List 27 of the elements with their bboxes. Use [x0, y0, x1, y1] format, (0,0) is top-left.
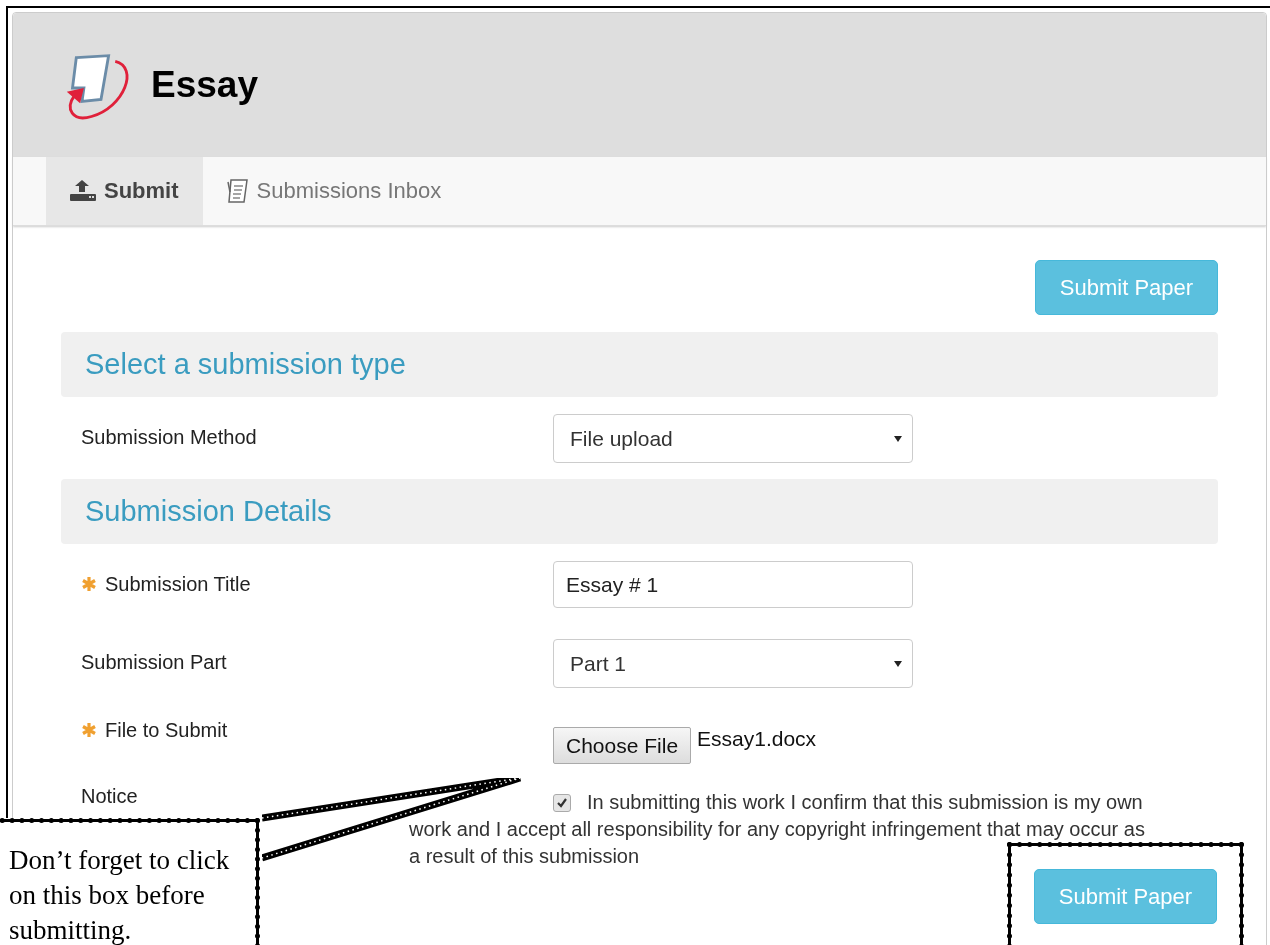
- tab[interactable]: Submit: [46, 157, 203, 225]
- checkbox[interactable]: [553, 793, 571, 812]
- asterisk-icon: [81, 576, 97, 592]
- dropdown[interactable]: Part 1: [553, 639, 913, 688]
- upload-icon: [70, 180, 96, 202]
- document-icon: [226, 178, 249, 204]
- check-icon: [556, 796, 568, 809]
- section-title: Select a submission type: [85, 348, 406, 381]
- caret-icon: [894, 660, 902, 667]
- file-name: Essay1.docx: [697, 727, 817, 751]
- notice-text: work and I accept all responsibility for any copyright infringement that may occur as: [409, 817, 1146, 842]
- dropdown[interactable]: File upload: [553, 414, 913, 463]
- callout-text: Don’t forget to click on this box before submitting.: [9, 844, 231, 945]
- text-field[interactable]: Essay # 1: [553, 561, 913, 608]
- field-label: Notice: [81, 785, 138, 808]
- field-label: Submission Part: [81, 651, 227, 674]
- tab[interactable]: Submissions Inbox: [202, 157, 466, 225]
- field-label: File to Submit: [105, 719, 228, 742]
- notice-text: In submitting this work I confirm that this submission is my own: [587, 790, 1143, 815]
- field-label: Submission Title: [105, 573, 251, 596]
- caret-icon: [894, 435, 902, 442]
- section-title: Submission Details: [85, 495, 332, 528]
- choose-file-button[interactable]: Choose File: [553, 727, 692, 764]
- page-title: Essay: [151, 64, 258, 106]
- field-label: Submission Method: [81, 426, 257, 449]
- notice-text: a result of this submission: [409, 844, 641, 869]
- asterisk-icon: [81, 722, 97, 738]
